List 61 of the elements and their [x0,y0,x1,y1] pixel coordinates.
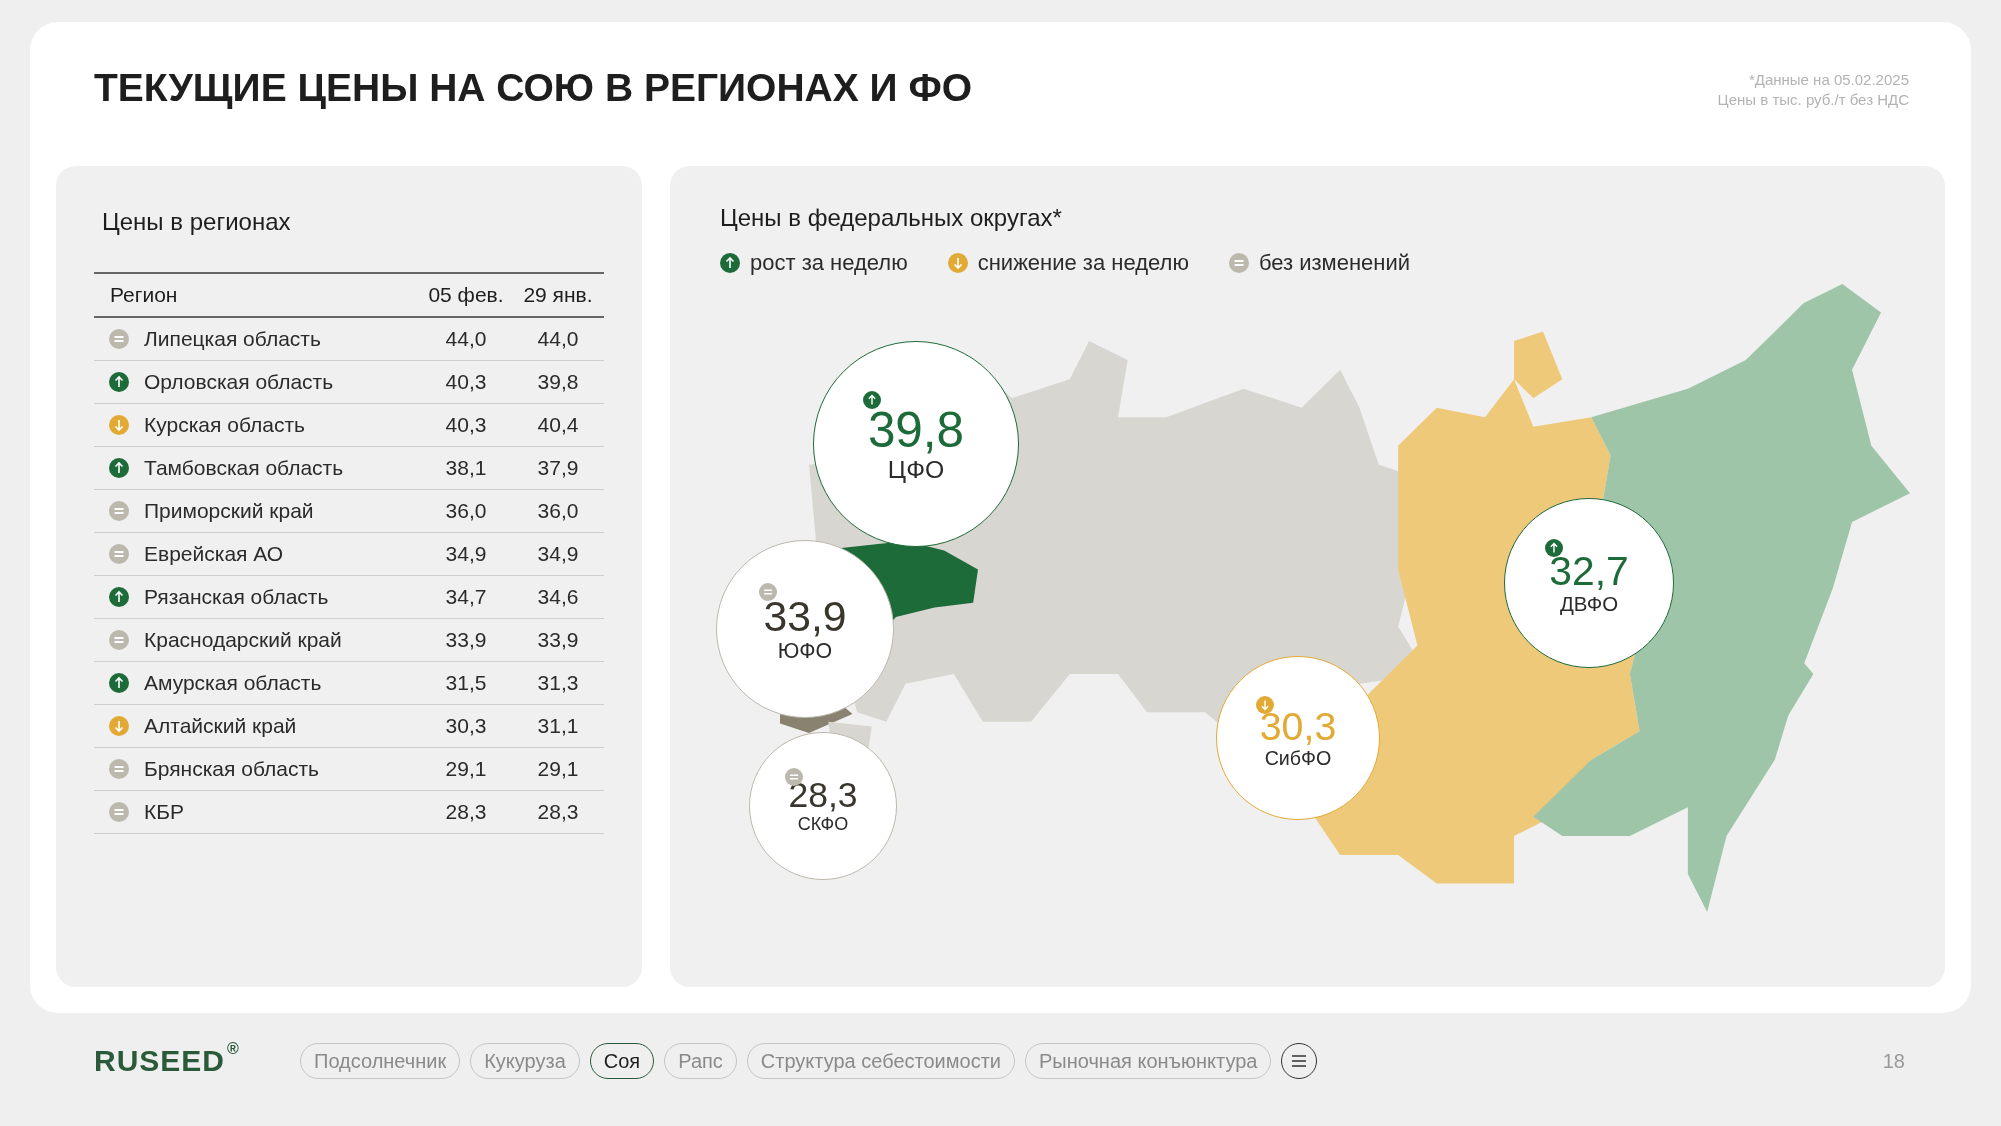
price-cell: 30,3 [420,704,512,748]
region-name: Еврейская АО [144,532,420,576]
price-cell: 34,9 [512,532,604,576]
price-cell: 29,1 [420,747,512,791]
district-price: 33,9 [763,594,847,639]
column-header: 05 фев. [420,273,512,317]
region-name: Рязанская область [144,575,420,619]
price-cell: 39,8 [512,360,604,404]
price-cell: 40,3 [420,403,512,447]
column-header: Регион [94,273,420,317]
price-cell: 36,0 [420,489,512,533]
region-name: Брянская область [144,747,420,791]
region-name: Амурская область [144,661,420,705]
price-cell: 33,9 [420,618,512,662]
district-name: СКФО [797,814,849,836]
price-cell: 44,0 [512,317,604,361]
district-price: 30,3 [1259,705,1337,748]
price-cell: 34,6 [512,575,604,619]
registered-mark: ® [227,1040,240,1058]
district-price: 32,7 [1549,550,1629,593]
legend-label: рост за неделю [750,250,908,276]
price-cell: 44,0 [420,317,512,361]
footnote: *Данные на 05.02.2025 [1747,70,1909,90]
region-name: Орловская область [144,360,420,404]
price-cell: 34,7 [420,575,512,619]
page-number: 18 [1882,1049,1905,1073]
region-name: Курская область [144,403,420,447]
district-name: ДВФО [1559,592,1619,616]
region-name: Тамбовская область [144,446,420,490]
panel-title: Цены в федеральных округах* [720,204,1063,232]
price-cell: 34,9 [420,532,512,576]
district-name: ЮФО [777,638,833,664]
panel-title: Цены в регионах [102,208,292,236]
region-name: Приморский край [144,489,420,533]
menu-icon [1290,1054,1309,1068]
price-cell: 31,1 [512,704,604,748]
price-cell: 40,3 [420,360,512,404]
region-name: Липецкая область [144,317,420,361]
legend-label: снижение за неделю [977,250,1189,276]
price-cell: 40,4 [512,403,604,447]
region-name: Алтайский край [144,704,420,748]
price-cell: 36,0 [512,489,604,533]
price-cell: 38,1 [420,446,512,490]
price-cell: 31,3 [512,661,604,705]
price-cell: 29,1 [512,747,604,791]
district-price: 28,3 [788,776,858,815]
district-price: 39,8 [867,404,965,456]
price-cell: 28,3 [512,790,604,834]
price-cell: 31,5 [420,661,512,705]
region-name: КБР [144,790,420,834]
district-name: СибФО [1264,747,1332,771]
column-header: 29 янв. [512,273,604,317]
footnote: Цены в тыс. руб./т без НДС [1717,90,1909,110]
district-name: ЦФО [887,455,945,484]
price-cell: 28,3 [420,790,512,834]
price-cell: 33,9 [512,618,604,662]
logo-text: RUSEED [94,1044,226,1078]
price-cell: 37,9 [512,446,604,490]
legend-label: без изменений [1258,250,1411,276]
page-title: ТЕКУЩИЕ ЦЕНЫ НА СОЮ В РЕГИОНАХ И ФО [94,66,973,110]
region-name: Краснодарский край [144,618,420,662]
